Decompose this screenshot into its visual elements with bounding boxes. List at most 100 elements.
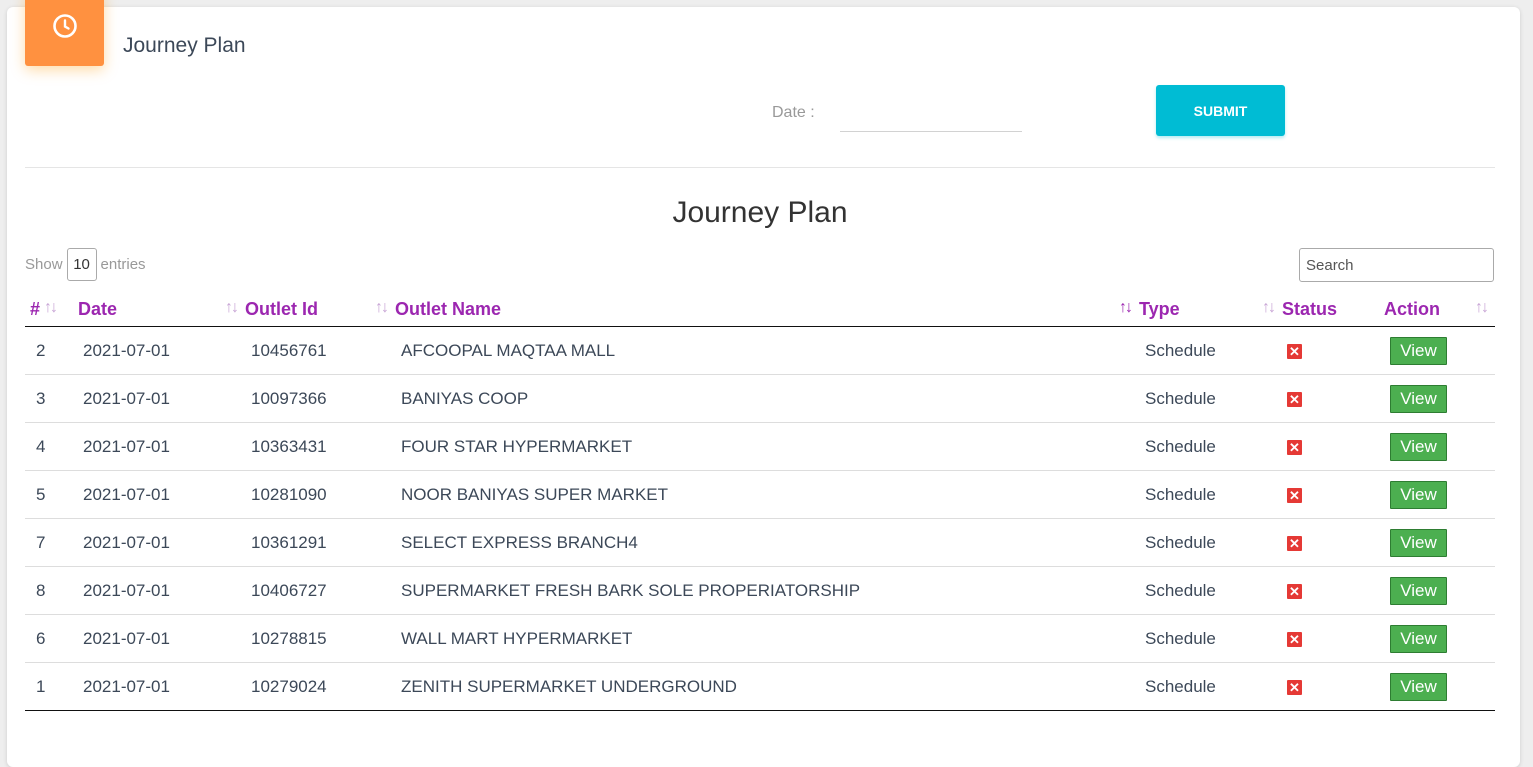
view-button[interactable]: View: [1390, 528, 1447, 557]
date-label: Date :: [772, 104, 815, 121]
view-button[interactable]: View: [1390, 576, 1447, 605]
column-header-status[interactable]: Status: [1282, 293, 1384, 327]
cell-action: View: [1384, 662, 1495, 711]
status-cross-icon: ✕: [1287, 487, 1302, 503]
cell-num: 2: [25, 326, 78, 375]
cell-outlet-id: 10281090: [245, 470, 395, 519]
cell-date: 2021-07-01: [78, 422, 245, 471]
cell-status: ✕: [1282, 422, 1384, 471]
cell-outlet-name: SUPERMARKET FRESH BARK SOLE PROPERIATORS…: [395, 566, 1139, 615]
status-cross-icon: ✕: [1287, 535, 1302, 551]
divider: [25, 167, 1495, 168]
sort-icon: ↑↓: [44, 299, 58, 316]
column-header-outlet-id[interactable]: Outlet Id ↑↓: [245, 293, 395, 327]
cell-status: ✕: [1282, 374, 1384, 423]
cell-status: ✕: [1282, 662, 1384, 711]
table-row: 4 2021-07-01 10363431 FOUR STAR HYPERMARKET…: [25, 422, 1495, 471]
cell-num: 4: [25, 422, 78, 471]
cell-date: 2021-07-01: [78, 566, 245, 615]
table-row: 6 2021-07-01 10278815 WALL MART HYPERMARKET…: [25, 614, 1495, 663]
sort-icon: ↑↓: [225, 299, 239, 316]
column-header-type[interactable]: Type ↑↓: [1139, 293, 1282, 327]
cell-num: 8: [25, 566, 78, 615]
cell-status: ✕: [1282, 518, 1384, 567]
cell-date: 2021-07-01: [78, 326, 245, 375]
cell-num: 1: [25, 662, 78, 711]
cell-outlet-id: 10361291: [245, 518, 395, 567]
date-filter-form: Date : SUBMIT: [0, 85, 1533, 137]
view-button[interactable]: View: [1390, 432, 1447, 461]
cell-outlet-id: 10279024: [245, 662, 395, 711]
column-header-date[interactable]: Date ↑↓: [78, 293, 245, 327]
cell-num: 7: [25, 518, 78, 567]
clock-icon: [52, 14, 77, 38]
cell-date: 2021-07-01: [78, 374, 245, 423]
cell-action: View: [1384, 374, 1495, 423]
page-title: Journey Plan: [123, 34, 246, 57]
cell-status: ✕: [1282, 470, 1384, 519]
table-row: 8 2021-07-01 10406727 SUPERMARKET FRESH BAR…: [25, 566, 1495, 615]
cell-outlet-name: NOOR BANIYAS SUPER MARKET: [395, 470, 1139, 519]
cell-outlet-id: 10406727: [245, 566, 395, 615]
cell-outlet-name: ZENITH SUPERMARKET UNDERGROUND: [395, 662, 1139, 711]
cell-action: View: [1384, 566, 1495, 615]
submit-button[interactable]: SUBMIT: [1156, 85, 1285, 136]
sort-icon: ↑↓: [1262, 299, 1276, 316]
cell-outlet-name: WALL MART HYPERMARKET: [395, 614, 1139, 663]
cell-date: 2021-07-01: [78, 518, 245, 567]
entries-label: entries: [100, 256, 146, 273]
cell-action: View: [1384, 326, 1495, 375]
card-header-icon: [25, 0, 104, 66]
cell-outlet-name: FOUR STAR HYPERMARKET: [395, 422, 1139, 471]
cell-type: Schedule: [1139, 518, 1282, 567]
view-button[interactable]: View: [1390, 384, 1447, 413]
cell-num: 6: [25, 614, 78, 663]
section-title: Journey Plan: [672, 196, 848, 229]
cell-num: 3: [25, 374, 78, 423]
cell-type: Schedule: [1139, 374, 1282, 423]
cell-date: 2021-07-01: [78, 614, 245, 663]
cell-action: View: [1384, 422, 1495, 471]
sort-icon: ↑↓: [1475, 299, 1489, 316]
table-row: 2 2021-07-01 10456761 AFCOOPAL MAQTAA MALL S…: [25, 326, 1495, 375]
cell-action: View: [1384, 518, 1495, 567]
table-header-row: # ↑↓ Date ↑↓ Outlet Id ↑↓ Outlet Name ↑↓ Typ…: [25, 293, 1495, 327]
show-label: Show: [25, 256, 63, 273]
status-cross-icon: ✕: [1287, 439, 1302, 455]
cell-outlet-id: 10363431: [245, 422, 395, 471]
view-button[interactable]: View: [1390, 672, 1447, 701]
cell-outlet-id: 10456761: [245, 326, 395, 375]
cell-type: Schedule: [1139, 326, 1282, 375]
entries-select[interactable]: 10: [66, 248, 97, 281]
view-button[interactable]: View: [1390, 336, 1447, 365]
column-header-num[interactable]: # ↑↓: [25, 293, 78, 327]
status-cross-icon: ✕: [1287, 391, 1302, 407]
date-input[interactable]: [840, 95, 1022, 132]
status-cross-icon: ✕: [1287, 343, 1302, 359]
cell-num: 5: [25, 470, 78, 519]
search-input[interactable]: [1299, 248, 1494, 282]
cell-date: 2021-07-01: [78, 662, 245, 711]
journey-plan-table: # ↑↓ Date ↑↓ Outlet Id ↑↓ Outlet Name ↑↓ Typ…: [25, 293, 1495, 711]
cell-status: ✕: [1282, 326, 1384, 375]
sort-icon: ↑↓: [375, 299, 389, 316]
column-header-outlet-name[interactable]: Outlet Name ↑↓: [395, 293, 1139, 327]
cell-outlet-id: 10097366: [245, 374, 395, 423]
show-entries-control: Show 10 entries: [25, 248, 146, 281]
column-header-action[interactable]: Action ↑↓: [1384, 293, 1495, 327]
view-button[interactable]: View: [1390, 624, 1447, 653]
cell-type: Schedule: [1139, 662, 1282, 711]
cell-type: Schedule: [1139, 422, 1282, 471]
cell-status: ✕: [1282, 566, 1384, 615]
cell-date: 2021-07-01: [78, 470, 245, 519]
sort-asc-icon: ↑↓: [1119, 299, 1133, 316]
cell-type: Schedule: [1139, 614, 1282, 663]
status-cross-icon: ✕: [1287, 631, 1302, 647]
cell-outlet-name: AFCOOPAL MAQTAA MALL: [395, 326, 1139, 375]
cell-type: Schedule: [1139, 566, 1282, 615]
status-cross-icon: ✕: [1287, 679, 1302, 695]
cell-outlet-name: BANIYAS COOP: [395, 374, 1139, 423]
view-button[interactable]: View: [1390, 480, 1447, 509]
table-row: 3 2021-07-01 10097366 BANIYAS COOP Schedule ✕…: [25, 374, 1495, 423]
cell-type: Schedule: [1139, 470, 1282, 519]
